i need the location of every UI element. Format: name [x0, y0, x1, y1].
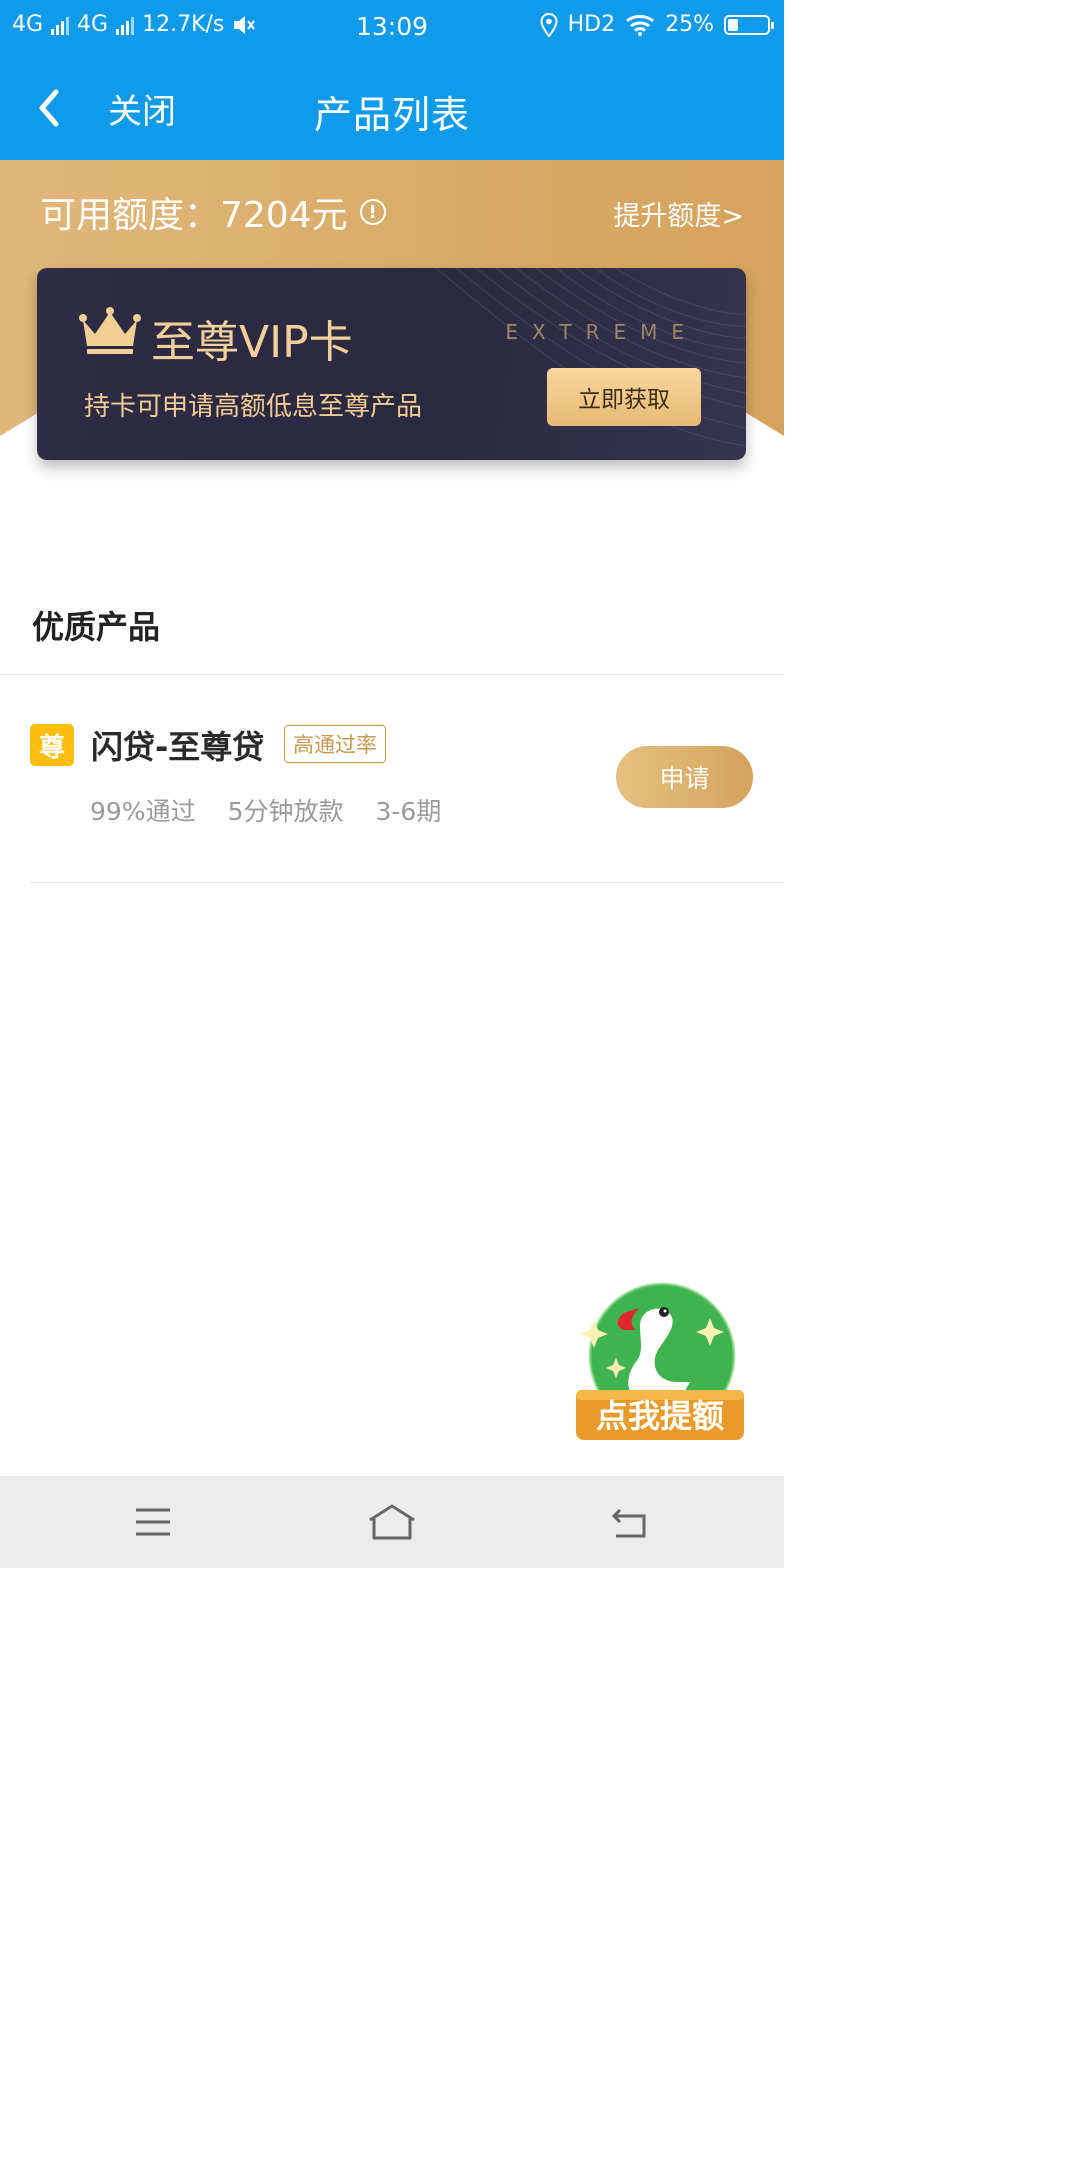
- product-tag: 高通过率: [284, 725, 386, 763]
- vip-card-extreme-label: EXTREME: [505, 320, 698, 344]
- battery-percent: 25%: [665, 12, 714, 37]
- status-bar: 4G 4G 12.7K/s 13:09 HD2 25%: [0, 0, 784, 56]
- battery-icon: [724, 14, 774, 35]
- menu-icon[interactable]: [133, 1502, 173, 1542]
- info-icon[interactable]: !: [359, 199, 386, 225]
- product-features: 99%通过 5分钟放款 3-6期: [90, 792, 441, 828]
- raise-quota-promo-button[interactable]: 点我提额: [570, 1278, 750, 1450]
- vip-card-description: 持卡可申请高额低息至尊产品: [84, 392, 423, 422]
- home-icon[interactable]: [366, 1502, 418, 1542]
- nav-bar: 关闭 产品列表: [0, 56, 784, 160]
- feature-term: 3-6期: [375, 797, 442, 826]
- wifi-icon: [626, 14, 655, 36]
- divider: [30, 882, 784, 883]
- apply-button[interactable]: 申请: [616, 746, 753, 808]
- vip-card-title: 至尊VIP卡: [151, 317, 353, 368]
- page-title: 产品列表: [313, 93, 470, 137]
- system-nav-bar: [0, 1476, 784, 1568]
- available-quota: 可用额度：7204元 !: [40, 186, 386, 238]
- location-icon: [540, 12, 558, 37]
- section-title: 优质产品: [32, 608, 161, 646]
- vip-card-pattern: [435, 268, 746, 447]
- product-badge: 尊: [30, 724, 74, 766]
- raise-quota-link[interactable]: 提升额度>: [613, 194, 744, 233]
- divider: [0, 674, 784, 675]
- back-nav-icon[interactable]: [610, 1502, 650, 1542]
- vip-card[interactable]: 至尊VIP卡 EXTREME 持卡可申请高额低息至尊产品 立即获取: [37, 268, 746, 460]
- available-quota-label: 可用额度：7204元: [40, 195, 348, 236]
- promo-label: 点我提额: [596, 1397, 724, 1435]
- crown-icon: [79, 307, 141, 354]
- feature-disbursement-time: 5分钟放款: [227, 797, 344, 826]
- feature-approval-rate: 99%通过: [90, 797, 196, 826]
- get-now-button[interactable]: 立即获取: [547, 368, 701, 426]
- status-right: HD2 25%: [540, 12, 774, 37]
- hd-indicator: HD2: [567, 12, 616, 37]
- product-name[interactable]: 闪贷-至尊贷: [91, 722, 264, 768]
